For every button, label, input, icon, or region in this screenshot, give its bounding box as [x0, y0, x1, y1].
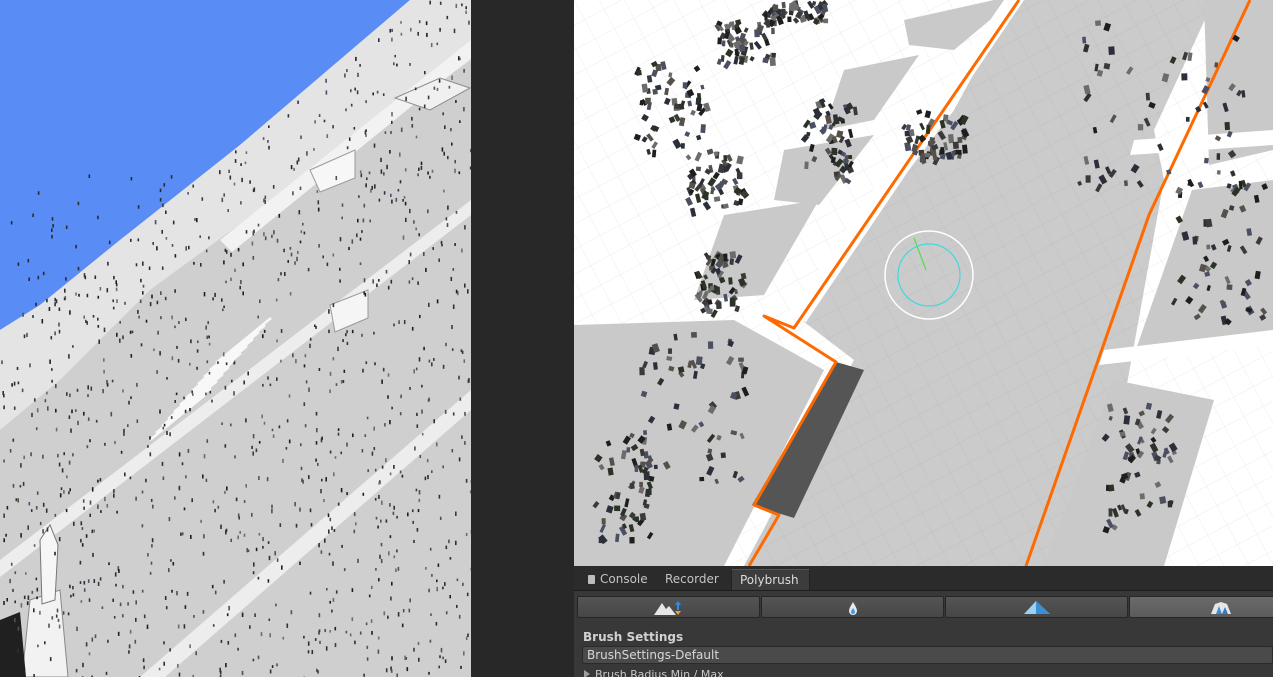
game-view[interactable]	[0, 0, 471, 677]
viewport-divider	[471, 0, 574, 677]
tab-recorder[interactable]: Recorder	[657, 569, 727, 590]
tab-polybrush[interactable]: Polybrush	[731, 569, 810, 590]
city-crowd-render	[0, 0, 471, 677]
console-icon	[588, 575, 595, 584]
prefab-mode-icon	[1210, 602, 1231, 614]
paint-mode-icon	[1023, 601, 1050, 614]
brush-mode-toolbar	[577, 596, 1273, 618]
polybrush-panel: Console Recorder Polybrush Brush Setting…	[574, 566, 1273, 677]
brush-settings-preset-field[interactable]: BrushSettings-Default	[582, 646, 1273, 664]
brush-settings-title: Brush Settings	[583, 630, 684, 644]
editor-tab-bar: Console Recorder Polybrush	[574, 566, 1273, 591]
smooth-mode-icon	[848, 602, 857, 615]
foldout-arrow-icon	[584, 670, 590, 677]
scene-render	[574, 0, 1273, 566]
sculpt-mode-button[interactable]	[577, 596, 760, 618]
brush-radius-foldout[interactable]: Brush Radius Min / Max	[584, 668, 724, 677]
paint-mode-button[interactable]	[945, 596, 1128, 618]
sculpt-mode-icon	[653, 601, 681, 615]
scene-view[interactable]	[574, 0, 1273, 566]
smooth-mode-button[interactable]	[761, 596, 944, 618]
tab-console[interactable]: Console	[580, 569, 656, 590]
prefab-mode-button[interactable]	[1129, 596, 1273, 618]
